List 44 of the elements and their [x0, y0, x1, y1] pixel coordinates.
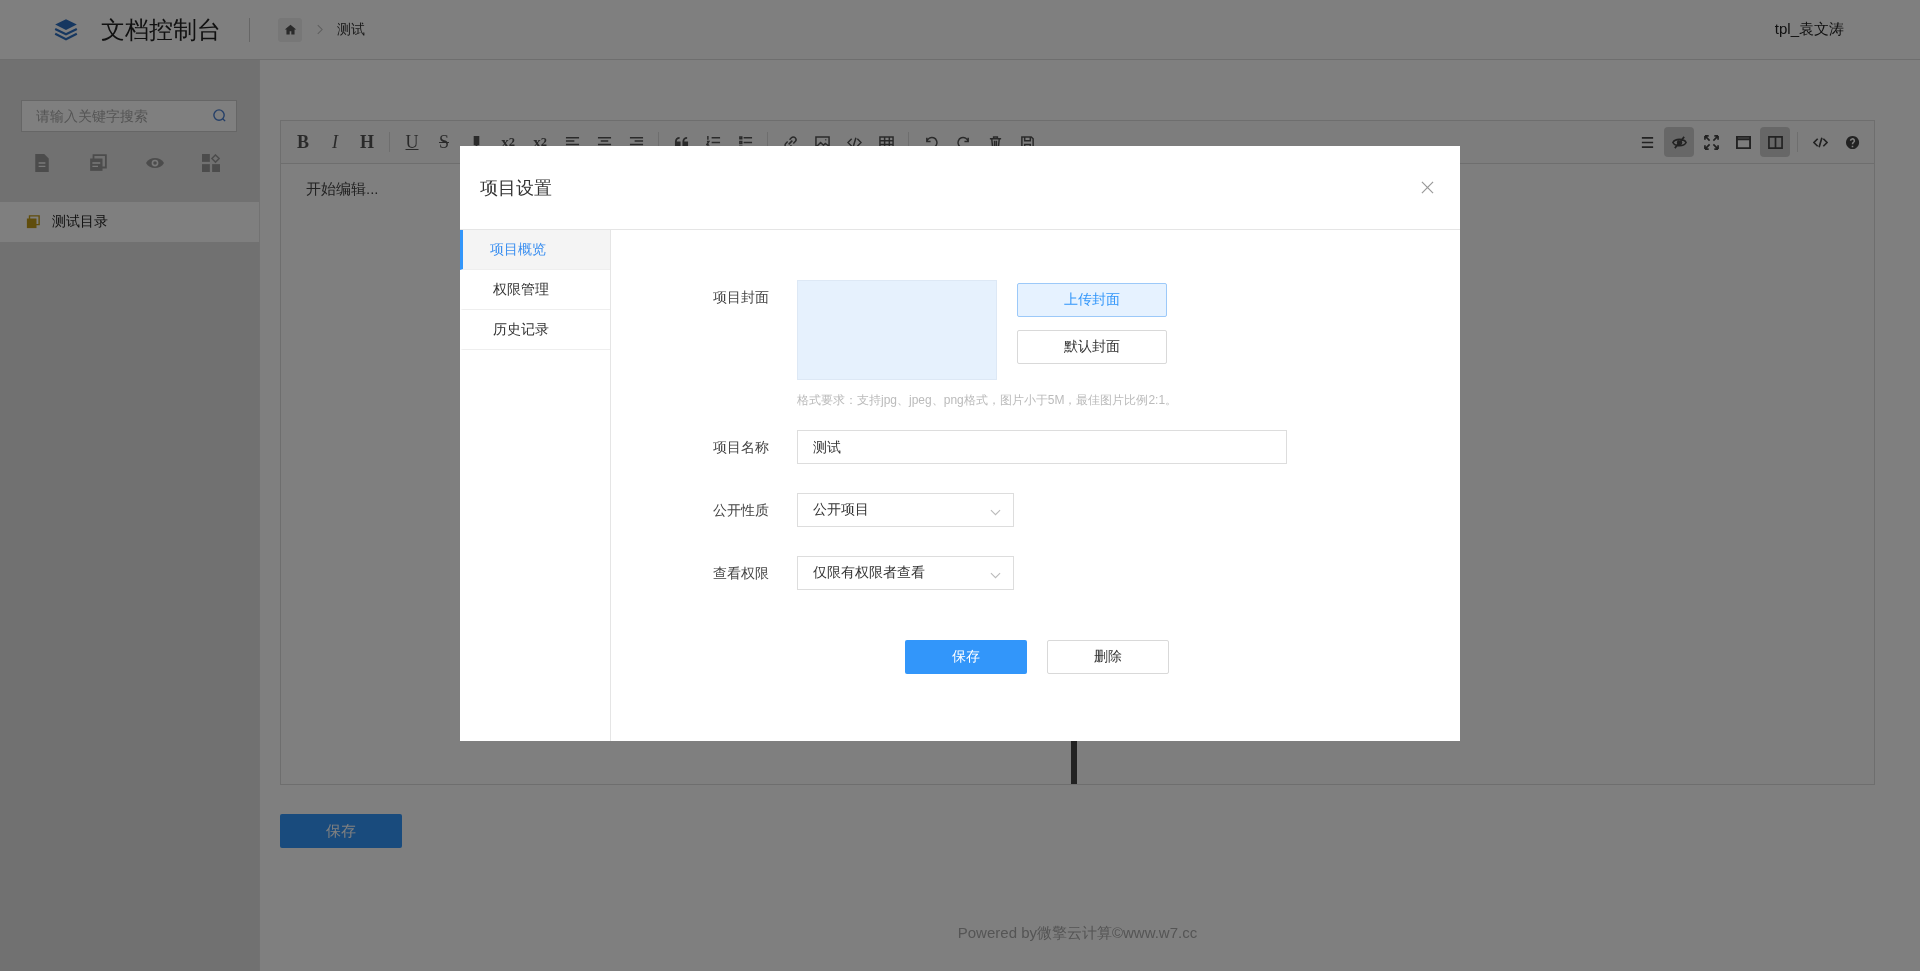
fullscreen-icon: [1703, 134, 1719, 150]
user-name[interactable]: tpl_袁文涛: [1774, 20, 1844, 39]
italic-button[interactable]: I: [320, 127, 350, 157]
editor-placeholder[interactable]: 开始编辑...: [306, 180, 379, 197]
field-label: 查看权限: [712, 564, 769, 583]
underline-button[interactable]: U: [397, 127, 427, 157]
select-field[interactable]: 公开项目: [797, 493, 1014, 527]
delete-button[interactable]: 删除: [1047, 640, 1169, 674]
dialog-tab[interactable]: 权限管理: [460, 270, 610, 310]
chevron-down-icon: [990, 508, 1001, 516]
breadcrumb-item[interactable]: 测试: [337, 20, 365, 39]
search-icon[interactable]: [212, 108, 227, 123]
field-label: 项目名称: [712, 438, 769, 457]
folder-icon: [26, 215, 40, 229]
strikethrough-button[interactable]: S: [429, 127, 459, 157]
window-icon: [1735, 134, 1751, 150]
field-label: 项目封面: [712, 288, 769, 307]
eye-slash-icon: [1671, 134, 1687, 150]
chevron-icon: [316, 24, 323, 35]
dialog-tab[interactable]: 项目概览: [460, 230, 610, 270]
eye-slash-button[interactable]: [1664, 127, 1694, 157]
format-hint: 格式要求：支持jpg、jpeg、png格式，图片小于5M，最佳图片比例2:1。: [797, 392, 1178, 409]
home-button[interactable]: [278, 17, 302, 42]
chevron-down-icon: [990, 571, 1001, 579]
dialog-title: 项目设置: [480, 176, 552, 200]
tree-item[interactable]: 测试目录: [0, 202, 259, 242]
select-field[interactable]: 仅限有权限者查看: [797, 556, 1014, 590]
dialog-tab[interactable]: 历史记录: [460, 310, 610, 350]
default-cover-button[interactable]: 默认封面: [1017, 330, 1167, 364]
menu-icon: [1639, 134, 1655, 150]
name-field[interactable]: 测试: [797, 430, 1287, 464]
layers-icon: [53, 16, 79, 43]
heading-button[interactable]: H: [352, 127, 382, 157]
close-icon[interactable]: [1421, 181, 1434, 194]
save-button[interactable]: 保存: [280, 814, 402, 848]
home-icon: [283, 23, 297, 36]
upload-button[interactable]: 上传封面: [1017, 283, 1167, 317]
bold-button[interactable]: B: [288, 127, 318, 157]
help-icon: [1844, 134, 1860, 150]
columns-button[interactable]: [1760, 127, 1790, 157]
columns-icon: [1767, 134, 1783, 150]
save-button[interactable]: 保存: [905, 640, 1027, 674]
app-title: 文档控制台: [101, 14, 221, 45]
field-label: 公开性质: [712, 501, 769, 520]
